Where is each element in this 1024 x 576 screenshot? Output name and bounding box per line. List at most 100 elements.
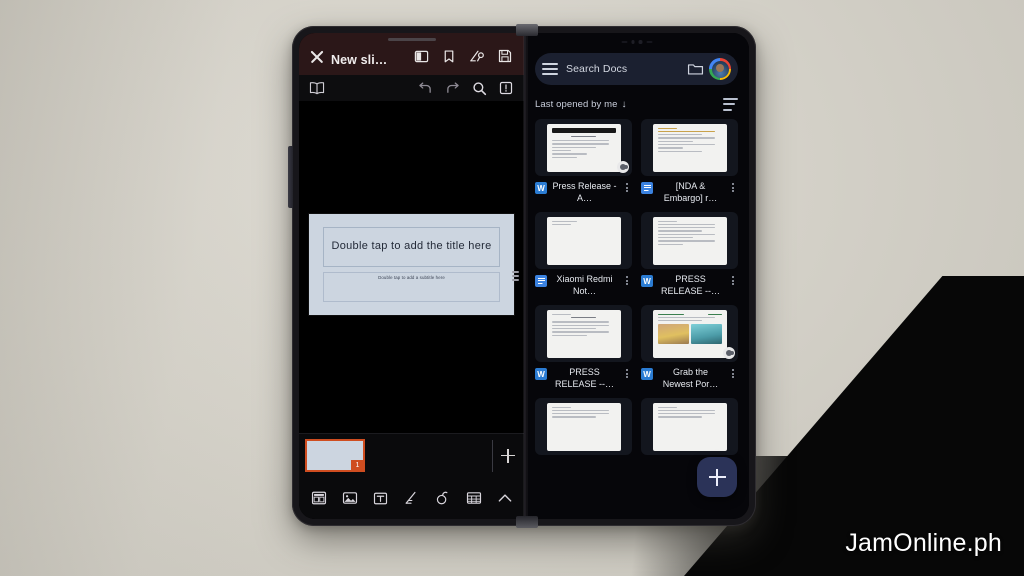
list-item[interactable] <box>641 398 738 455</box>
more-options-icon[interactable] <box>622 369 632 379</box>
preview-line <box>551 409 610 412</box>
user-avatar[interactable] <box>709 58 731 80</box>
preview-photos <box>657 324 722 345</box>
more-options-icon[interactable] <box>728 276 738 286</box>
undo-icon[interactable] <box>415 78 435 98</box>
slides-editor-pane: New sli… Double tap to add the title her… <box>299 33 524 519</box>
chevron-up-icon[interactable] <box>494 487 516 509</box>
preview-line <box>657 409 716 412</box>
doc-thumbnail[interactable] <box>535 212 632 269</box>
search-bar[interactable]: Search Docs <box>535 53 738 85</box>
slide-thumbnail[interactable]: 1 <box>305 439 365 472</box>
foldable-phone: New sli… Double tap to add the title her… <box>288 24 756 528</box>
doc-thumbnail[interactable] <box>641 305 738 362</box>
preview-line <box>657 143 716 146</box>
document-title[interactable]: New sli… <box>331 53 404 67</box>
save-icon[interactable] <box>494 45 516 67</box>
book-reading-icon[interactable] <box>307 78 327 98</box>
preview-line <box>657 320 703 322</box>
phone-display: New sli… Double tap to add the title her… <box>299 33 749 519</box>
close-icon[interactable] <box>307 47 327 67</box>
preview-line <box>570 316 597 319</box>
shared-badge <box>723 347 735 359</box>
preview-line <box>707 313 722 315</box>
folder-icon[interactable] <box>687 61 704 78</box>
slide-canvas[interactable]: Double tap to add the title here Double … <box>299 101 524 433</box>
preview-line <box>657 220 677 222</box>
create-document-fab[interactable] <box>697 457 737 497</box>
list-item[interactable]: W PRESS RELEASE --… <box>641 212 738 297</box>
search-input[interactable]: Search Docs <box>566 63 687 75</box>
search-icon[interactable] <box>469 78 489 98</box>
slide-subtitle-placeholder-box[interactable]: Double tap to add a subtitle here <box>323 271 500 302</box>
doc-preview <box>546 123 621 172</box>
doc-title[interactable]: Press Release - A… <box>551 181 618 204</box>
signature-pen-icon[interactable] <box>466 45 488 67</box>
info-icon[interactable] <box>496 78 516 98</box>
preview-line <box>657 313 684 315</box>
more-options-icon[interactable] <box>728 183 738 193</box>
doc-thumbnail[interactable] <box>641 119 738 176</box>
more-options-icon[interactable] <box>622 276 632 286</box>
list-item[interactable]: W Grab the Newest Por… <box>641 305 738 390</box>
doc-title[interactable]: PRESS RELEASE --… <box>657 274 724 297</box>
text-box-icon[interactable] <box>370 487 392 509</box>
bookmark-icon[interactable] <box>438 45 460 67</box>
doc-title[interactable]: [NDA & Embargo] r… <box>657 181 724 204</box>
preview-line <box>551 334 587 336</box>
sort-bar: Last opened by me ↓ <box>535 95 738 113</box>
preview-line <box>657 134 703 136</box>
draw-pen-icon[interactable] <box>401 487 423 509</box>
hinge-top-cap <box>516 24 538 36</box>
preview-line <box>551 220 578 222</box>
preview-line <box>551 327 597 330</box>
list-item[interactable]: [NDA & Embargo] r… <box>641 119 738 204</box>
preview-line <box>657 140 693 142</box>
split-screen-divider-handle[interactable] <box>511 263 519 289</box>
split-screen-icon[interactable] <box>410 45 432 67</box>
preview-line <box>657 233 716 235</box>
table-icon[interactable] <box>463 487 485 509</box>
slides-sub-toolbar <box>299 75 524 101</box>
doc-thumbnail[interactable] <box>535 305 632 362</box>
list-item[interactable]: W PRESS RELEASE --… <box>535 305 632 390</box>
sort-arrow-icon[interactable]: ↓ <box>622 99 627 110</box>
more-options-icon[interactable] <box>728 369 738 379</box>
word-doc-icon: W <box>535 368 547 380</box>
doc-thumbnail[interactable] <box>535 398 632 455</box>
slides-bottom-toolbar <box>299 477 524 519</box>
list-item[interactable]: W Press Release - A… <box>535 119 632 204</box>
filmstrip-divider <box>492 439 493 472</box>
add-slide-button[interactable] <box>501 448 515 463</box>
doc-thumbnail[interactable] <box>641 398 738 455</box>
preview-line <box>551 406 571 408</box>
shapes-icon[interactable] <box>432 487 454 509</box>
hamburger-icon[interactable] <box>542 63 558 75</box>
doc-title[interactable]: PRESS RELEASE --… <box>551 367 618 390</box>
sort-label[interactable]: Last opened by me <box>535 99 618 110</box>
doc-meta: W PRESS RELEASE --… <box>535 367 632 390</box>
doc-meta: [NDA & Embargo] r… <box>641 181 738 204</box>
slide-page[interactable]: Double tap to add the title here Double … <box>309 213 514 315</box>
preview-line <box>551 223 571 226</box>
power-button[interactable] <box>288 146 293 208</box>
list-view-icon[interactable] <box>723 97 738 111</box>
redo-icon[interactable] <box>442 78 462 98</box>
doc-thumbnail[interactable] <box>641 212 738 269</box>
doc-thumbnail[interactable] <box>535 119 632 176</box>
more-options-icon[interactable] <box>622 183 632 193</box>
doc-title[interactable]: Xiaomi Redmi Not… <box>551 274 618 297</box>
doc-preview <box>652 402 727 451</box>
list-item[interactable]: Xiaomi Redmi Not… <box>535 212 632 297</box>
google-docs-pane: Search Docs Last opened by me ↓ W Press … <box>524 33 749 519</box>
list-item[interactable] <box>535 398 632 455</box>
google-doc-icon <box>535 275 547 287</box>
preview-line <box>657 137 716 139</box>
slide-title-placeholder-box[interactable]: Double tap to add the title here <box>323 226 500 267</box>
image-icon[interactable] <box>339 487 361 509</box>
preview-line <box>551 321 610 323</box>
slide-layout-icon[interactable] <box>308 487 330 509</box>
doc-preview <box>546 402 621 451</box>
watermark: JamOnline.ph <box>845 529 1002 557</box>
doc-title[interactable]: Grab the Newest Por… <box>657 367 724 390</box>
